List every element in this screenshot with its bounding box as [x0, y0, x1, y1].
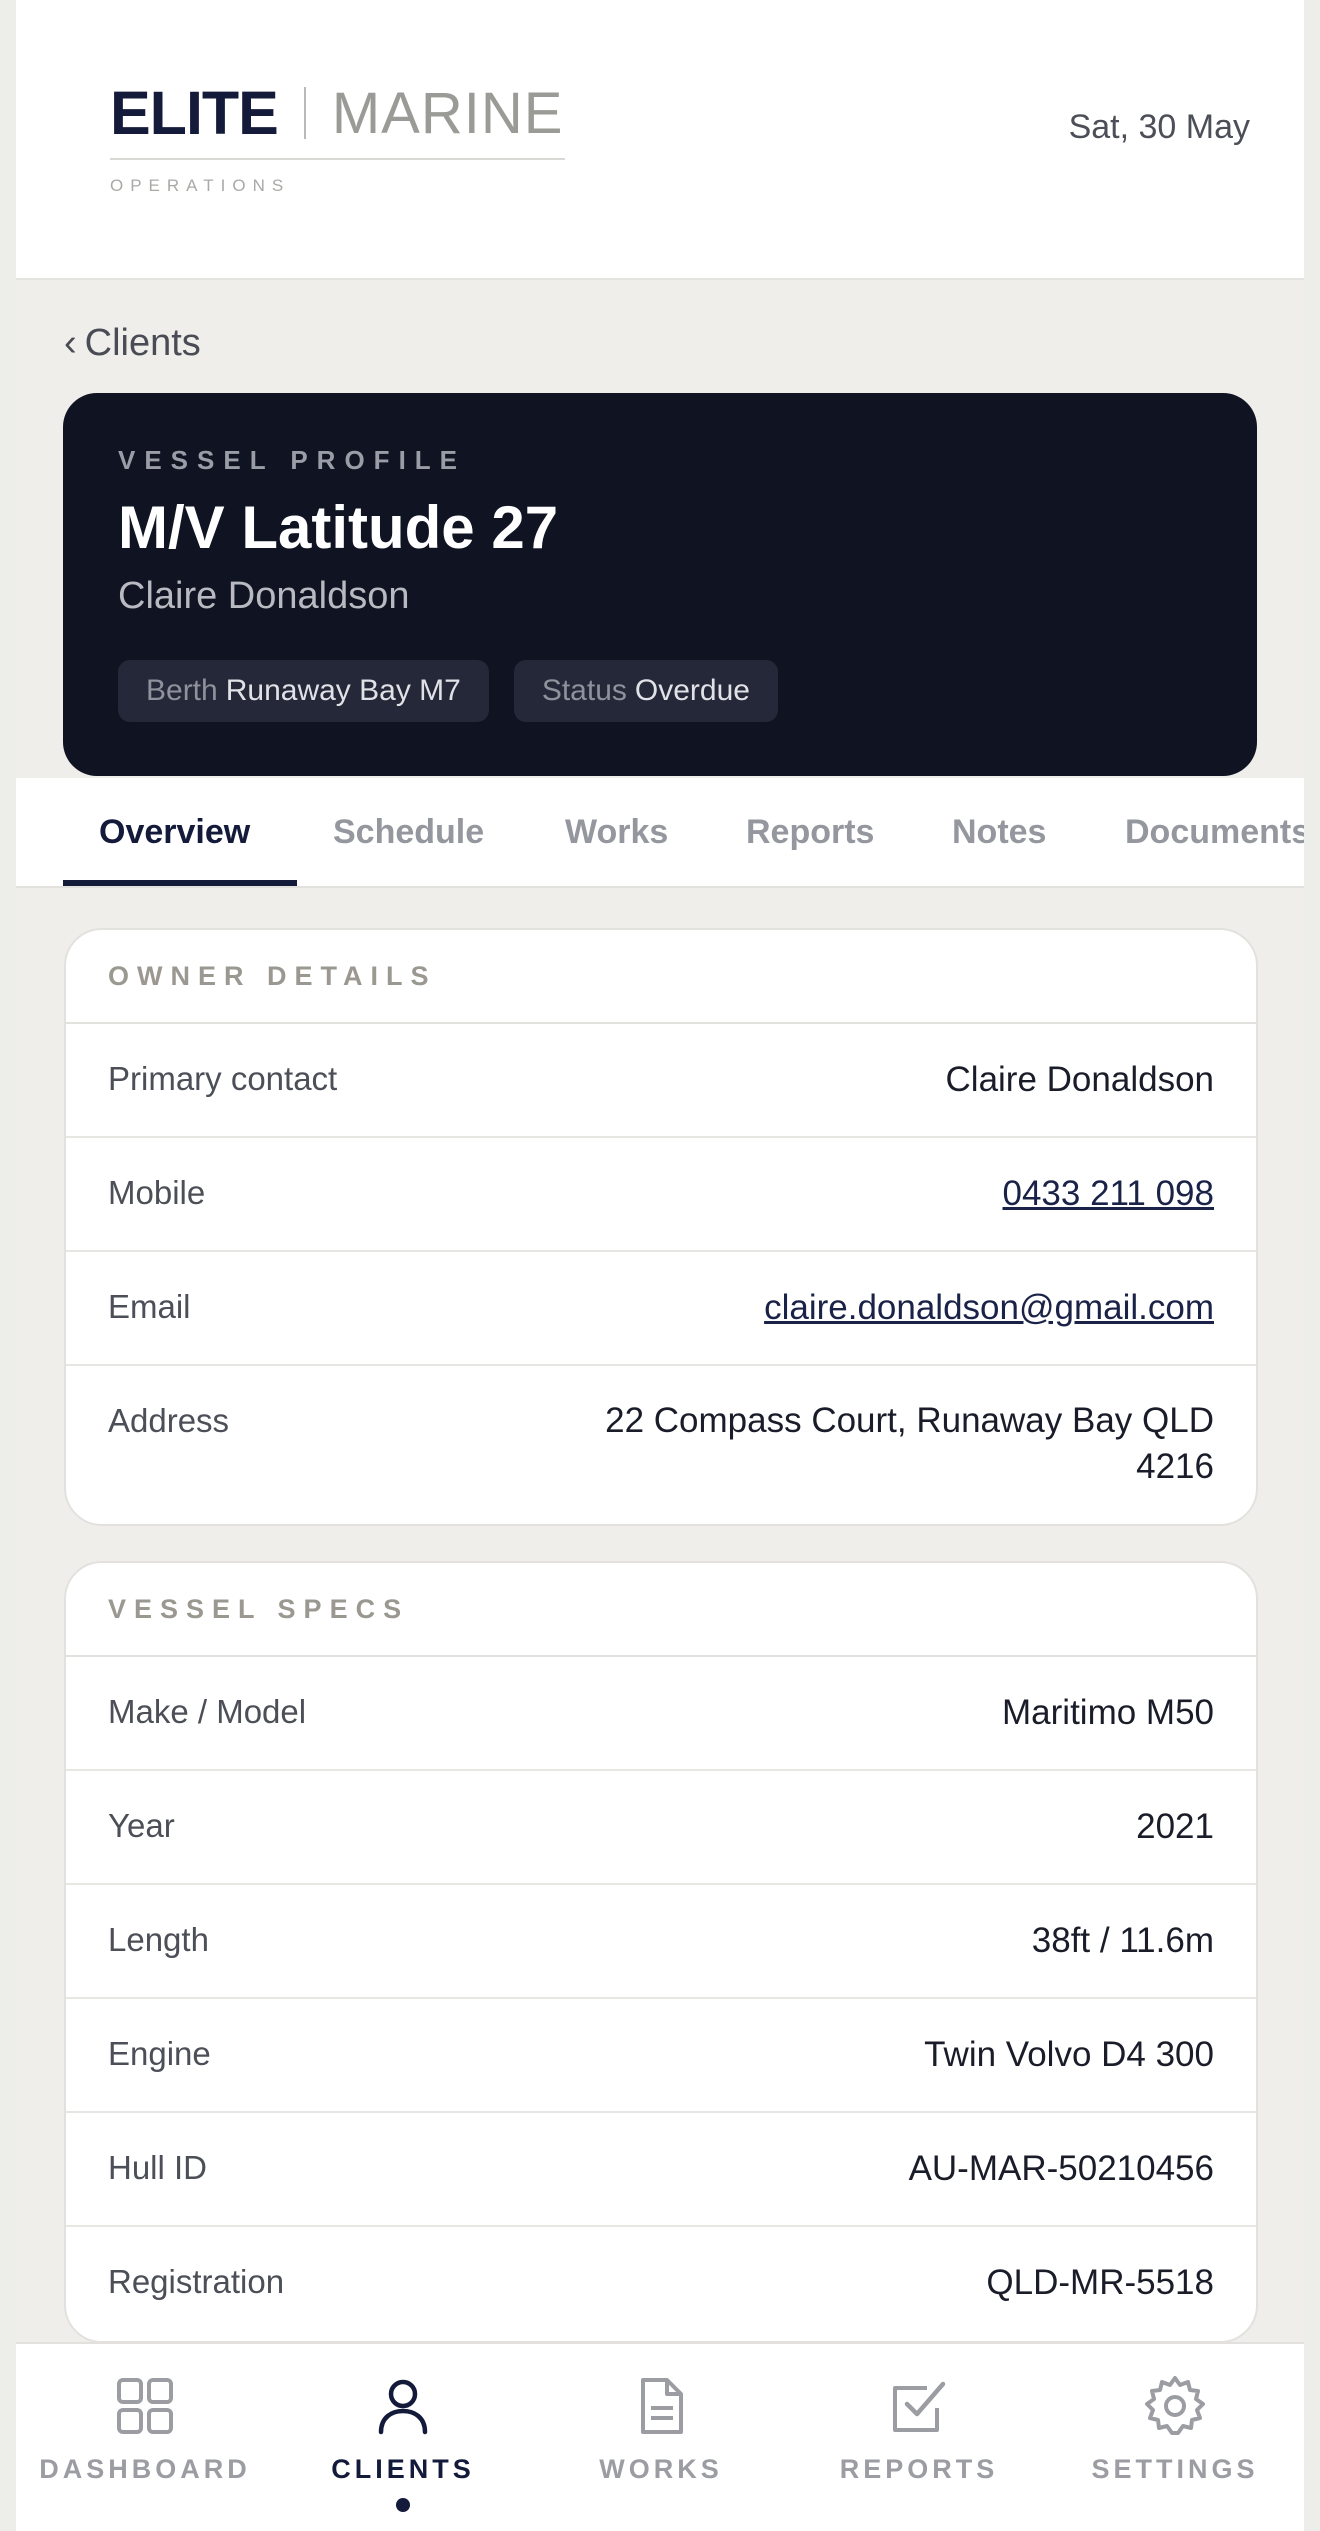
back-to-clients-link[interactable]: ‹ Clients	[64, 322, 201, 365]
logo-primary: ELITE	[110, 79, 279, 147]
active-nav-dot	[396, 2498, 410, 2512]
spec-row: Registration QLD-MR-5518	[66, 2227, 1256, 2339]
nav-clients[interactable]: CLIENTS	[274, 2344, 532, 2531]
elite-marine-logo: ELITE MARINE OPERATIONS	[110, 78, 565, 196]
berth-chip-value: Runaway Bay M7	[225, 674, 461, 707]
vessel-name: M/V Latitude 27	[118, 494, 559, 561]
person-icon	[378, 2379, 428, 2435]
row-label: Year	[108, 1807, 175, 1844]
nav-label: REPORTS	[839, 2454, 999, 2484]
profile-tabs: Overview Schedule Works Reports Notes Do…	[16, 778, 1304, 888]
nav-works[interactable]: WORKS	[532, 2344, 790, 2531]
nav-label: WORKS	[599, 2454, 723, 2484]
spec-row: Hull ID AU-MAR-50210456	[66, 2113, 1256, 2227]
nav-label: CLIENTS	[331, 2454, 475, 2484]
spec-row: Make / Model Maritimo M50	[66, 1657, 1256, 1771]
row-label: Make / Model	[108, 1693, 307, 1730]
vessel-specs-card: VESSEL SPECS Make / Model Maritimo M50 Y…	[64, 1561, 1258, 2343]
current-date: Sat, 30 May	[1068, 108, 1250, 146]
tab-overview[interactable]: Overview	[99, 778, 250, 886]
row-label: Hull ID	[108, 2149, 208, 2186]
tab-reports[interactable]: Reports	[746, 778, 874, 886]
status-chip-value: Overdue	[634, 674, 750, 707]
dashboard-grid-icon	[117, 2378, 173, 2434]
back-label: Clients	[84, 322, 201, 364]
berth-chip: Berth Runaway Bay M7	[118, 660, 489, 722]
status-chip: Status Overdue	[513, 660, 778, 722]
tab-documents[interactable]: Documents	[1125, 778, 1304, 886]
vessel-owner: Claire Donaldson	[118, 575, 410, 617]
row-label: Address	[108, 1402, 230, 1439]
row-label: Primary contact	[108, 1060, 338, 1097]
bottom-navigation: DASHBOARD CLIENTS WORKS REPORTS SETTINGS	[16, 2342, 1304, 2531]
logo-tagline: OPERATIONS	[110, 176, 291, 195]
logo-divider	[303, 87, 306, 139]
row-value: 2021	[1136, 1807, 1214, 1846]
row-value: Twin Volvo D4 300	[924, 2035, 1214, 2074]
active-tab-indicator	[63, 880, 297, 886]
nav-dashboard[interactable]: DASHBOARD	[16, 2344, 274, 2531]
vessel-profile-eyebrow: VESSEL PROFILE	[118, 445, 467, 475]
nav-reports[interactable]: REPORTS	[790, 2344, 1048, 2531]
logo-secondary: MARINE	[331, 80, 564, 146]
owner-row: Primary contact Claire Donaldson	[66, 1024, 1256, 1138]
owner-details-card: OWNER DETAILS Primary contact Claire Don…	[64, 928, 1258, 1526]
spec-row: Engine Twin Volvo D4 300	[66, 1999, 1256, 2113]
row-value: QLD-MR-5518	[986, 2263, 1214, 2302]
logo-rule	[110, 158, 565, 160]
row-value: AU-MAR-50210456	[908, 2149, 1214, 2188]
owner-row: Address 22 Compass Court, Runaway Bay QL…	[66, 1366, 1256, 1522]
spec-row: Year 2021	[66, 1771, 1256, 1885]
nav-label: DASHBOARD	[39, 2454, 251, 2484]
tab-works[interactable]: Works	[565, 778, 668, 886]
row-label: Length	[108, 1921, 209, 1958]
app-header: ELITE MARINE OPERATIONS Sat, 30 May	[16, 0, 1304, 280]
status-chip-key: Status	[541, 674, 627, 707]
row-label: Engine	[108, 2035, 211, 2072]
owner-row: Email claire.donaldson@gmail.com	[66, 1252, 1256, 1366]
row-value: Claire Donaldson	[945, 1060, 1214, 1099]
checkbox-icon	[893, 2381, 946, 2432]
app-screen: ELITE MARINE OPERATIONS Sat, 30 May ‹ Cli…	[16, 0, 1304, 2531]
row-label: Mobile	[108, 1174, 206, 1211]
nav-label: SETTINGS	[1091, 2454, 1259, 2484]
tab-schedule[interactable]: Schedule	[333, 778, 484, 886]
vessel-specs-title: VESSEL SPECS	[66, 1563, 1256, 1657]
row-label: Email	[108, 1288, 191, 1325]
spec-row: Length 38ft / 11.6m	[66, 1885, 1256, 1999]
nav-settings[interactable]: SETTINGS	[1046, 2344, 1304, 2531]
document-icon	[641, 2378, 683, 2434]
gear-icon	[1145, 2376, 1205, 2435]
vessel-chips: Berth Runaway Bay M7 Status Overdue	[118, 660, 778, 722]
berth-chip-key: Berth	[146, 674, 218, 707]
mobile-phone-link[interactable]: 0433 211 098	[1002, 1174, 1214, 1214]
tab-notes[interactable]: Notes	[952, 778, 1046, 886]
email-link[interactable]: claire.donaldson@gmail.com	[764, 1288, 1214, 1328]
chevron-left-icon: ‹	[64, 322, 77, 364]
vessel-profile-card: VESSEL PROFILE M/V Latitude 27 Claire Do…	[63, 393, 1257, 776]
owner-details-title: OWNER DETAILS	[66, 930, 1256, 1024]
owner-row: Mobile 0433 211 098	[66, 1138, 1256, 1252]
address-value: 22 Compass Court, Runaway Bay QLD 4216	[605, 1401, 1214, 1486]
row-label: Registration	[108, 2263, 285, 2300]
row-value: 38ft / 11.6m	[1031, 1921, 1214, 1960]
row-value: Maritimo M50	[1002, 1693, 1214, 1732]
